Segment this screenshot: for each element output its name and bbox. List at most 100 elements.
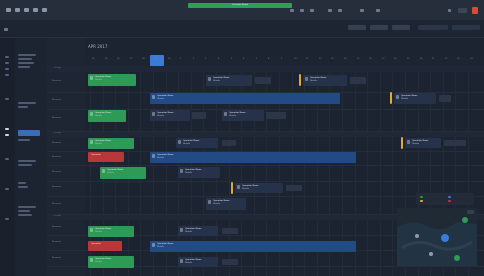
day-number[interactable]: 7 <box>256 58 257 60</box>
event-card[interactable]: Operation Name Details <box>178 257 218 267</box>
day-number[interactable]: 1 <box>180 58 181 60</box>
event-chip[interactable] <box>439 95 451 102</box>
day-number[interactable]: 6 <box>243 58 244 60</box>
day-number[interactable]: 8 <box>268 58 269 60</box>
apps-icon[interactable] <box>376 9 380 12</box>
day-number[interactable]: 12 <box>319 58 322 60</box>
event-card[interactable]: Operation Name Details <box>178 167 220 178</box>
day-number[interactable]: 3 <box>205 58 206 60</box>
event-chip[interactable] <box>444 140 466 146</box>
back-icon[interactable] <box>4 28 8 31</box>
event-card[interactable]: Operation Name Details <box>88 74 136 86</box>
event-chip[interactable] <box>222 259 238 265</box>
filter-icon[interactable] <box>300 9 304 12</box>
view-toggle-month[interactable] <box>392 25 410 30</box>
day-number[interactable]: 10 <box>294 58 297 60</box>
nav-item-active[interactable] <box>5 134 9 136</box>
event-card[interactable]: Operation Name Details <box>150 110 190 121</box>
nav-item[interactable] <box>5 188 9 190</box>
list-icon[interactable] <box>24 8 29 12</box>
day-number[interactable]: 28 <box>142 58 145 60</box>
event-card[interactable]: Operation Name Details <box>405 138 441 148</box>
event-card[interactable]: Operation Name Details <box>88 110 126 122</box>
day-number[interactable]: 9 <box>281 58 282 60</box>
day-number[interactable]: 14 <box>344 58 347 60</box>
search-box[interactable] <box>458 8 467 13</box>
event-chip[interactable] <box>286 185 302 191</box>
view-toggle-week[interactable] <box>370 25 388 30</box>
day-number[interactable]: 19 <box>407 58 410 60</box>
help-icon[interactable] <box>338 9 342 12</box>
calendar-icon[interactable] <box>15 8 20 12</box>
day-number[interactable]: 23 <box>457 58 460 60</box>
event-chip[interactable] <box>192 112 206 119</box>
home-icon[interactable] <box>6 8 11 12</box>
event-card[interactable]: Operation Name Details <box>178 226 218 236</box>
event-bar[interactable]: Operation Name Details <box>150 152 356 163</box>
event-card[interactable]: Operation Name Details <box>100 167 146 179</box>
event-card[interactable]: Operation Name Details <box>235 183 283 193</box>
nav-item[interactable] <box>5 74 9 76</box>
event-chip[interactable] <box>350 77 366 84</box>
day-number[interactable]: 11 <box>306 58 309 60</box>
event-chip[interactable] <box>266 112 286 119</box>
map-panel[interactable] <box>397 208 477 266</box>
event-card[interactable]: Operation Name Details <box>88 256 134 268</box>
nav-item-active[interactable] <box>5 128 9 130</box>
day-number[interactable]: 18 <box>394 58 397 60</box>
event-card[interactable]: Operation Name Details <box>88 226 134 237</box>
event-details: Details <box>242 188 249 190</box>
event-card[interactable]: Operation Name Details <box>176 138 218 148</box>
options-button[interactable] <box>452 25 480 30</box>
today-marker[interactable] <box>150 55 164 66</box>
event-card[interactable]: Operation Name Details <box>206 198 246 210</box>
day-number[interactable]: 4 <box>218 58 219 60</box>
day-number[interactable]: 5 <box>231 58 232 60</box>
day-number[interactable]: 24 <box>470 58 473 60</box>
day-number[interactable]: 24 <box>92 58 95 60</box>
settings-icon[interactable] <box>310 9 314 12</box>
event-chip[interactable] <box>255 77 271 84</box>
event-card[interactable]: Operation Name Details <box>394 93 436 104</box>
day-number[interactable]: 26 <box>117 58 120 60</box>
view-toggle-day[interactable] <box>348 25 366 30</box>
event-title: Operation <box>91 243 101 245</box>
event-card[interactable]: Operation Name Details <box>303 75 347 86</box>
day-number[interactable]: 27 <box>130 58 133 60</box>
day-number[interactable]: 25 <box>105 58 108 60</box>
plus-icon[interactable] <box>448 9 451 12</box>
event-bar[interactable]: Operation Name Details <box>150 241 356 252</box>
filter-selected[interactable] <box>18 130 40 136</box>
bell-icon[interactable] <box>328 9 332 12</box>
day-number[interactable]: 21 <box>432 58 435 60</box>
notification-badge[interactable] <box>472 7 478 14</box>
day-number[interactable]: 22 <box>445 58 448 60</box>
day-number[interactable]: 15 <box>357 58 360 60</box>
board-select[interactable] <box>418 25 448 30</box>
nav-item[interactable] <box>5 218 9 220</box>
event-bar[interactable]: Operation Name Details <box>150 93 340 104</box>
day-number[interactable]: 13 <box>331 58 334 60</box>
chart-icon[interactable] <box>42 8 47 12</box>
event-card[interactable]: Operation <box>88 241 122 251</box>
event-card[interactable]: Operation Name Details <box>222 110 264 121</box>
event-card[interactable]: Operation Name Details <box>206 75 252 86</box>
people-icon[interactable] <box>33 8 38 12</box>
nav-item[interactable] <box>5 56 9 58</box>
day-number[interactable]: 20 <box>420 58 423 60</box>
day-number[interactable]: 17 <box>382 58 385 60</box>
event-chip[interactable] <box>222 140 236 146</box>
day-number[interactable]: 29 <box>155 58 158 60</box>
refresh-icon[interactable] <box>290 9 294 12</box>
day-number[interactable]: 2 <box>193 58 194 60</box>
nav-item[interactable] <box>5 158 9 160</box>
event-chip[interactable] <box>222 228 238 234</box>
nav-item[interactable] <box>5 62 9 64</box>
nav-item[interactable] <box>5 98 9 100</box>
day-number[interactable]: 30 <box>168 58 171 60</box>
event-card[interactable]: Operation <box>88 152 124 162</box>
day-number[interactable]: 16 <box>369 58 372 60</box>
nav-item[interactable] <box>5 68 9 70</box>
event-card[interactable]: Operation Name Details <box>88 138 134 149</box>
user-icon[interactable] <box>360 9 364 12</box>
